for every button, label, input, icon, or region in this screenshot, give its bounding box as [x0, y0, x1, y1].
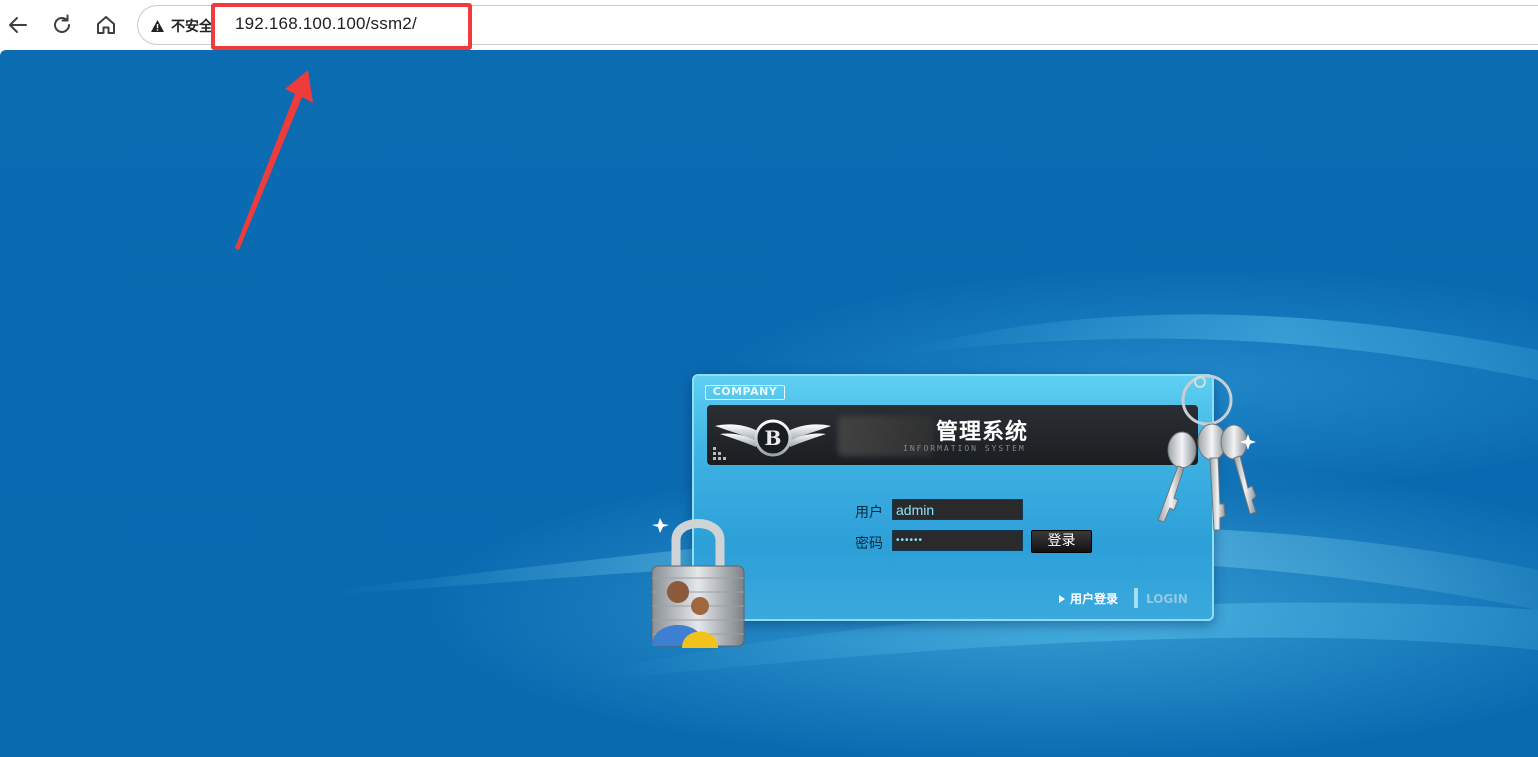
warning-icon: [151, 20, 164, 32]
footer-login-label: 用户登录: [1070, 592, 1119, 606]
padlock-users-icon: [651, 518, 745, 648]
security-indicator[interactable]: 不安全: [150, 16, 213, 36]
reload-button[interactable]: [45, 8, 79, 42]
home-icon: [97, 16, 115, 34]
footer-login-en: LOGIN: [1146, 592, 1188, 606]
password-input[interactable]: ••••••: [892, 530, 1023, 551]
footer-login-link[interactable]: 用户登录: [1058, 590, 1118, 607]
browser-toolbar: 不安全 192.168.100.100/ssm2/: [0, 0, 1538, 50]
winged-b-logo-icon: B: [715, 419, 831, 457]
footer-divider: [1134, 588, 1138, 608]
home-button[interactable]: [89, 8, 123, 42]
username-input[interactable]: [892, 499, 1023, 520]
login-button[interactable]: 登录: [1031, 530, 1092, 553]
system-subtitle: INFORMATION SYSTEM: [903, 444, 1026, 453]
system-title: 管理系统: [936, 420, 1029, 445]
reload-icon: [54, 14, 70, 33]
username-label: 用户: [855, 505, 883, 521]
security-label: 不安全: [171, 18, 213, 34]
keys-icon: [1157, 374, 1257, 531]
svg-text:B: B: [765, 426, 782, 450]
url-text[interactable]: 192.168.100.100/ssm2/: [235, 14, 417, 34]
back-button[interactable]: [1, 8, 35, 42]
password-label: 密码: [855, 536, 883, 552]
company-tag: COMPANY: [705, 385, 785, 400]
annotation-arrow-icon: [235, 70, 313, 250]
back-arrow-icon: [9, 17, 27, 33]
triangle-right-icon: [1059, 594, 1065, 603]
